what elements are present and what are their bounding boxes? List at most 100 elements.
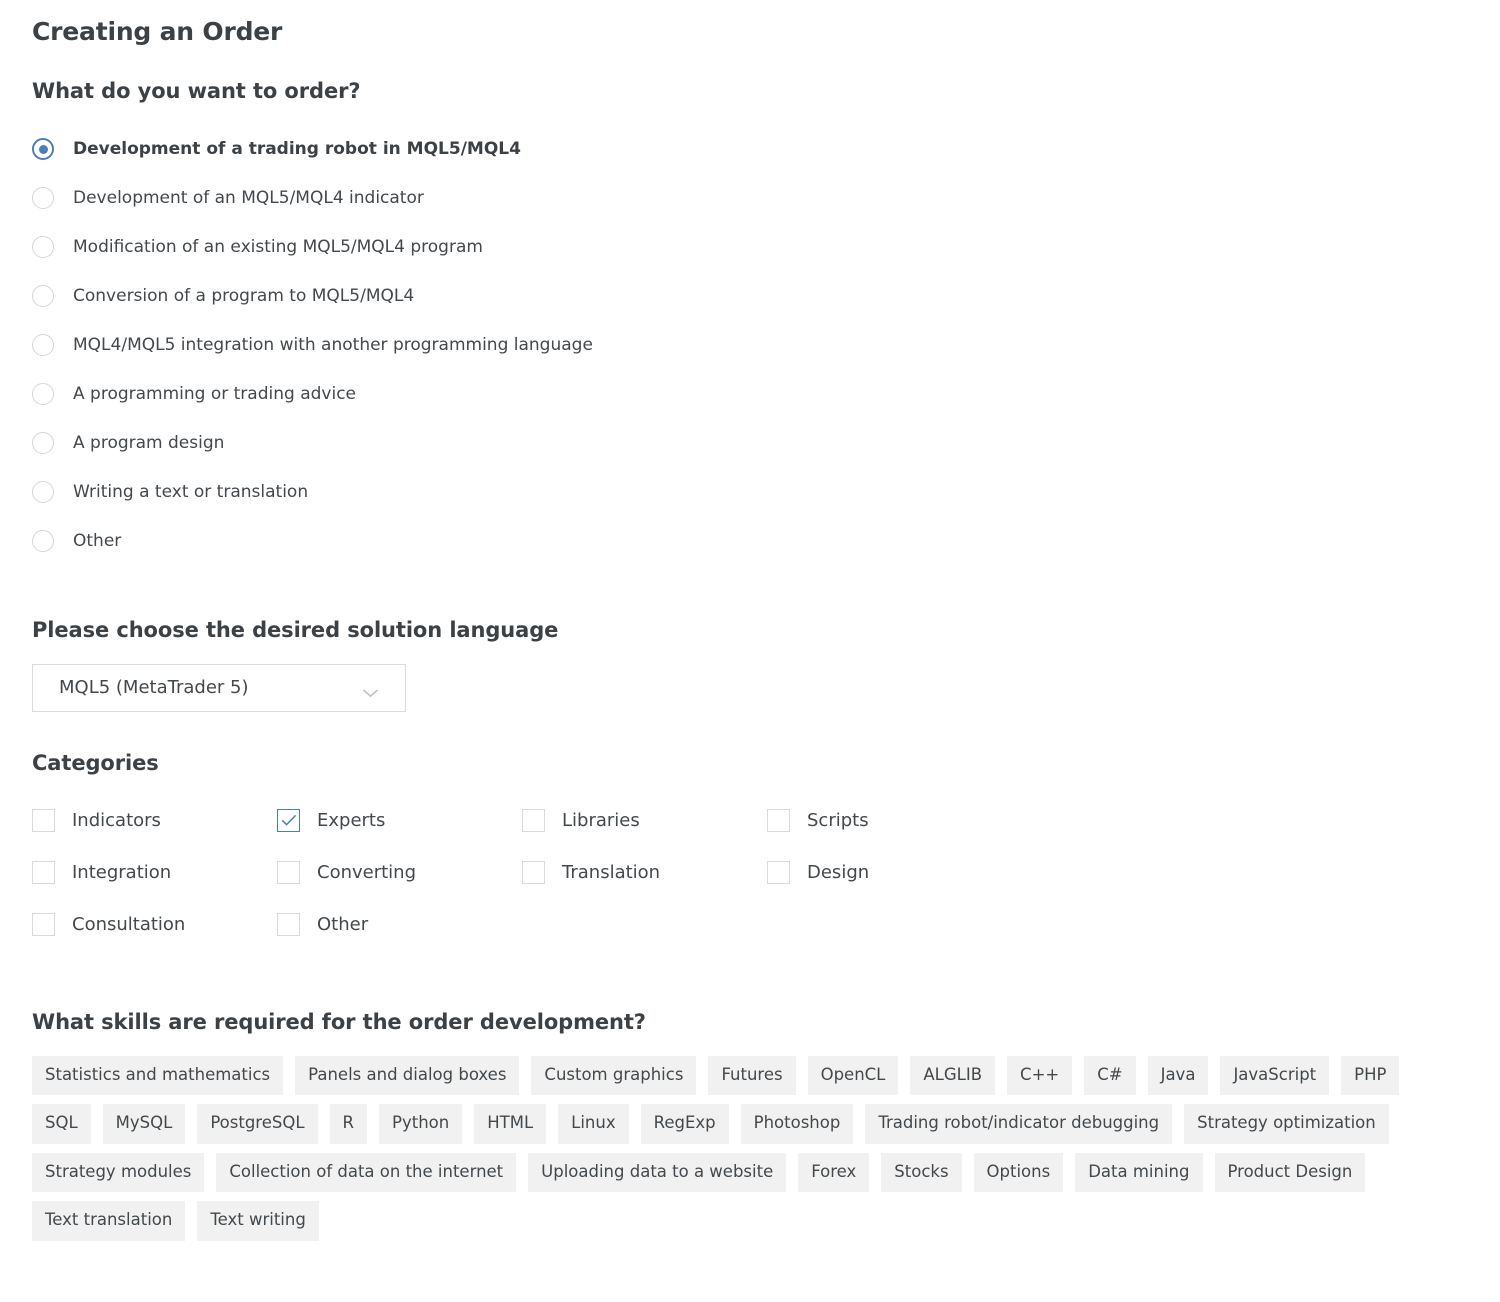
order-type-option-label: Modification of an existing MQL5/MQL4 pr…	[73, 236, 483, 257]
radio-button-icon[interactable]	[32, 530, 54, 553]
checkbox-icon[interactable]	[277, 861, 300, 885]
order-type-option-label: Development of a trading robot in MQL5/M…	[73, 138, 521, 159]
skill-tag[interactable]: Python	[379, 1104, 463, 1144]
order-type-option[interactable]: A program design	[32, 419, 1470, 468]
skill-tag[interactable]: Text translation	[32, 1201, 186, 1241]
order-type-option[interactable]: Development of a trading robot in MQL5/M…	[32, 125, 1470, 174]
radio-button-icon[interactable]	[32, 187, 54, 210]
skill-tag[interactable]: Options	[973, 1152, 1064, 1193]
skill-tag[interactable]: Strategy optimization	[1184, 1104, 1389, 1144]
category-checkbox-label: Scripts	[807, 809, 869, 831]
order-type-option[interactable]: A programming or trading advice	[32, 370, 1470, 419]
order-type-option-label: Development of an MQL5/MQL4 indicator	[73, 187, 424, 208]
skill-tag[interactable]: ALGLIB	[910, 1055, 996, 1096]
language-select-wrap: MQL5 (MetaTrader 5)	[32, 663, 1470, 712]
order-type-option[interactable]: Conversion of a program to MQL5/MQL4	[32, 272, 1470, 321]
category-checkbox-label: Converting	[317, 861, 417, 883]
radio-button-icon[interactable]	[32, 481, 54, 504]
category-checkbox-row[interactable]: Other	[277, 899, 522, 951]
checkbox-icon[interactable]	[522, 861, 545, 885]
category-checkbox-label: Experts	[317, 809, 386, 831]
skill-tag[interactable]: R	[329, 1104, 368, 1144]
skill-tag[interactable]: Statistics and mathematics	[32, 1055, 284, 1096]
order-type-option-label: A programming or trading advice	[73, 383, 356, 404]
category-checkbox-label: Other	[317, 913, 369, 935]
category-checkbox-row[interactable]: Integration	[32, 847, 277, 899]
skills-tag-list: Statistics and mathematics Panels and dia…	[32, 1055, 1470, 1241]
skill-tag[interactable]: PostgreSQL	[197, 1104, 318, 1144]
radio-button-icon[interactable]	[32, 236, 54, 259]
checkbox-icon[interactable]	[32, 913, 55, 937]
checkbox-icon[interactable]	[522, 809, 545, 833]
checkbox-checked-icon[interactable]	[277, 809, 300, 833]
order-type-option-label: Other	[73, 530, 122, 551]
radio-button-icon[interactable]	[32, 432, 54, 455]
category-checkbox-row[interactable]: Design	[767, 847, 1012, 899]
page-title: Creating an Order	[32, 17, 283, 46]
chevron-down-icon	[362, 683, 379, 697]
category-checkbox-label: Indicators	[72, 809, 161, 831]
radio-button-icon[interactable]	[32, 334, 54, 357]
skill-tag[interactable]: PHP	[1341, 1055, 1400, 1096]
order-type-option[interactable]: Modification of an existing MQL5/MQL4 pr…	[32, 223, 1470, 272]
order-type-option-label: Writing a text or translation	[73, 481, 309, 502]
skill-tag[interactable]: Futures	[708, 1055, 796, 1096]
skill-tag[interactable]: OpenCL	[807, 1055, 899, 1096]
language-question: Please choose the desired solution langu…	[32, 617, 559, 642]
categories-checkbox-grid: Indicators Experts Libraries Scripts Integra…	[32, 795, 1470, 951]
category-checkbox-row[interactable]: Experts	[277, 795, 522, 847]
skill-tag[interactable]: Data mining	[1075, 1152, 1203, 1193]
skill-tag[interactable]: MySQL	[102, 1104, 186, 1144]
order-type-radio-group: Development of a trading robot in MQL5/M…	[32, 125, 1470, 566]
order-type-option[interactable]: Writing a text or translation	[32, 468, 1470, 517]
checkbox-icon[interactable]	[32, 809, 55, 833]
category-checkbox-label: Libraries	[562, 809, 640, 831]
language-select[interactable]: MQL5 (MetaTrader 5)	[32, 663, 406, 712]
skill-tag[interactable]: Strategy modules	[32, 1152, 205, 1193]
radio-button-icon[interactable]	[32, 138, 54, 161]
order-type-option[interactable]: Other	[32, 517, 1470, 566]
skill-tag[interactable]: HTML	[474, 1104, 547, 1144]
skills-question: What skills are required for the order d…	[32, 1009, 646, 1034]
skill-tag[interactable]: Uploading data to a website	[528, 1152, 787, 1193]
skill-tag[interactable]: Collection of data on the internet	[216, 1152, 517, 1193]
skill-tag[interactable]: Stocks	[881, 1152, 962, 1193]
checkbox-icon[interactable]	[767, 861, 790, 885]
skill-tag[interactable]: Text writing	[197, 1201, 319, 1241]
skill-tag[interactable]: C++	[1007, 1055, 1073, 1096]
skill-tag[interactable]: Linux	[558, 1104, 629, 1144]
skill-tag[interactable]: RegExp	[640, 1104, 729, 1144]
category-checkbox-row[interactable]: Indicators	[32, 795, 277, 847]
skill-tag[interactable]: Product Design	[1214, 1152, 1366, 1193]
category-checkbox-label: Integration	[72, 861, 172, 883]
skill-tag[interactable]: Java	[1147, 1055, 1209, 1096]
radio-button-icon[interactable]	[32, 383, 54, 406]
order-type-option-label: A program design	[73, 432, 225, 453]
skill-tag[interactable]: Forex	[798, 1152, 870, 1193]
language-select-value: MQL5 (MetaTrader 5)	[59, 676, 249, 698]
category-checkbox-row[interactable]: Consultation	[32, 899, 277, 951]
category-checkbox-label: Consultation	[72, 913, 186, 935]
skill-tag[interactable]: SQL	[32, 1104, 91, 1144]
radio-button-icon[interactable]	[32, 285, 54, 308]
skill-tag[interactable]: Photoshop	[740, 1104, 854, 1144]
checkbox-icon[interactable]	[767, 809, 790, 833]
checkbox-icon[interactable]	[32, 861, 55, 885]
categories-title: Categories	[32, 750, 159, 775]
order-type-option-label: Conversion of a program to MQL5/MQL4	[73, 285, 415, 306]
skill-tag[interactable]: C#	[1084, 1055, 1136, 1096]
skill-tag[interactable]: Panels and dialog boxes	[295, 1055, 520, 1096]
order-type-question: What do you want to order?	[32, 78, 361, 103]
order-type-option[interactable]: MQL4/MQL5 integration with another progr…	[32, 321, 1470, 370]
category-checkbox-row[interactable]: Libraries	[522, 795, 767, 847]
checkbox-icon[interactable]	[277, 913, 300, 937]
skill-tag[interactable]: Trading robot/indicator debugging	[865, 1104, 1173, 1144]
order-type-option-label: MQL4/MQL5 integration with another progr…	[73, 334, 593, 355]
skill-tag[interactable]: Custom graphics	[531, 1055, 697, 1096]
category-checkbox-row[interactable]: Converting	[277, 847, 522, 899]
category-checkbox-row[interactable]: Translation	[522, 847, 767, 899]
category-checkbox-row[interactable]: Scripts	[767, 795, 1012, 847]
skill-tag[interactable]: JavaScript	[1220, 1055, 1330, 1096]
category-checkbox-label: Design	[807, 861, 870, 883]
order-type-option[interactable]: Development of an MQL5/MQL4 indicator	[32, 174, 1470, 223]
